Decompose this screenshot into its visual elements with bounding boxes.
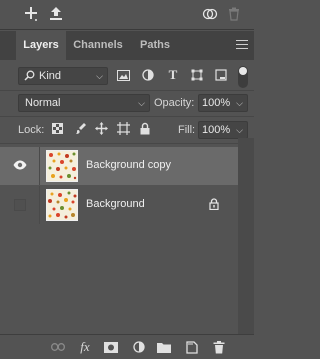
tab-channels[interactable]: Channels <box>66 31 130 60</box>
chevron-down-icon: ⌵ <box>236 125 243 135</box>
search-icon <box>24 70 35 86</box>
opacity-label: Opacity: <box>154 97 195 109</box>
adjustment-icon[interactable] <box>131 340 147 354</box>
lock-artboard-icon[interactable] <box>117 122 130 138</box>
layer-row-background-copy[interactable]: Background copy <box>0 147 238 185</box>
blend-mode-value: Normal <box>25 97 61 109</box>
tab-layers[interactable]: Layers <box>16 31 66 60</box>
layer-lock-icon <box>209 198 219 213</box>
fill-label: Fill: <box>178 124 196 136</box>
lock-transparent-icon[interactable] <box>52 123 63 137</box>
chevron-down-icon: ⌵ <box>96 71 103 81</box>
fill-value: 100% <box>202 124 231 136</box>
eye-icon <box>13 160 27 173</box>
panel-tab-bar: Layers Channels Paths <box>0 31 254 60</box>
group-icon[interactable] <box>156 340 172 354</box>
lock-position-icon[interactable] <box>95 122 108 138</box>
divider <box>0 90 254 91</box>
add-icon[interactable] <box>24 6 38 22</box>
tab-paths[interactable]: Paths <box>130 31 180 60</box>
fx-label: fx <box>80 339 90 354</box>
kind-filter-dropdown[interactable]: Kind ⌵ <box>18 67 108 85</box>
lock-paint-icon[interactable] <box>76 122 87 138</box>
layer-name: Background <box>86 198 145 210</box>
layer-row-background[interactable]: Background <box>0 186 238 224</box>
mask-icon[interactable] <box>103 340 119 354</box>
layer-thumbnail <box>46 189 78 221</box>
fx-icon[interactable]: fx <box>77 339 93 354</box>
chevron-down-icon: ⌵ <box>236 98 243 108</box>
layers-scrollbar[interactable] <box>238 138 254 334</box>
panel-top-toolbar <box>0 0 254 30</box>
smart-object-filter-icon[interactable] <box>214 68 228 82</box>
divider <box>0 116 254 117</box>
lock-all-icon[interactable] <box>140 122 150 138</box>
blend-mode-dropdown[interactable]: Normal ⌵ <box>18 94 150 112</box>
shape-filter-icon[interactable] <box>190 68 204 82</box>
export-icon[interactable] <box>49 6 63 22</box>
chevron-down-icon: ⌵ <box>138 98 145 108</box>
filter-toggle-icon[interactable] <box>238 66 248 88</box>
visibility-toggle[interactable] <box>0 147 40 185</box>
adjustment-filter-icon[interactable] <box>141 68 155 82</box>
new-layer-icon[interactable] <box>184 340 200 354</box>
layer-name: Background copy <box>86 159 171 171</box>
image-filter-icon[interactable] <box>116 68 130 82</box>
visibility-toggle[interactable] <box>0 186 40 224</box>
trash-icon[interactable] <box>228 7 240 21</box>
opacity-field[interactable]: 100% ⌵ <box>198 94 248 112</box>
kind-filter-label: Kind <box>39 70 62 82</box>
delete-layer-icon[interactable] <box>211 340 227 354</box>
opacity-value: 100% <box>202 97 231 109</box>
fill-field[interactable]: 100% ⌵ <box>198 121 248 139</box>
link-icon[interactable] <box>202 8 218 20</box>
visibility-empty-box <box>13 199 26 211</box>
panel-bottom-toolbar: fx <box>0 334 254 359</box>
layer-thumbnail <box>46 150 78 182</box>
type-filter-icon[interactable]: T <box>166 67 180 82</box>
divider <box>0 143 254 144</box>
panel-menu-icon[interactable] <box>236 40 248 50</box>
lock-label: Lock: <box>18 124 45 136</box>
link-layers-icon[interactable] <box>50 340 66 354</box>
